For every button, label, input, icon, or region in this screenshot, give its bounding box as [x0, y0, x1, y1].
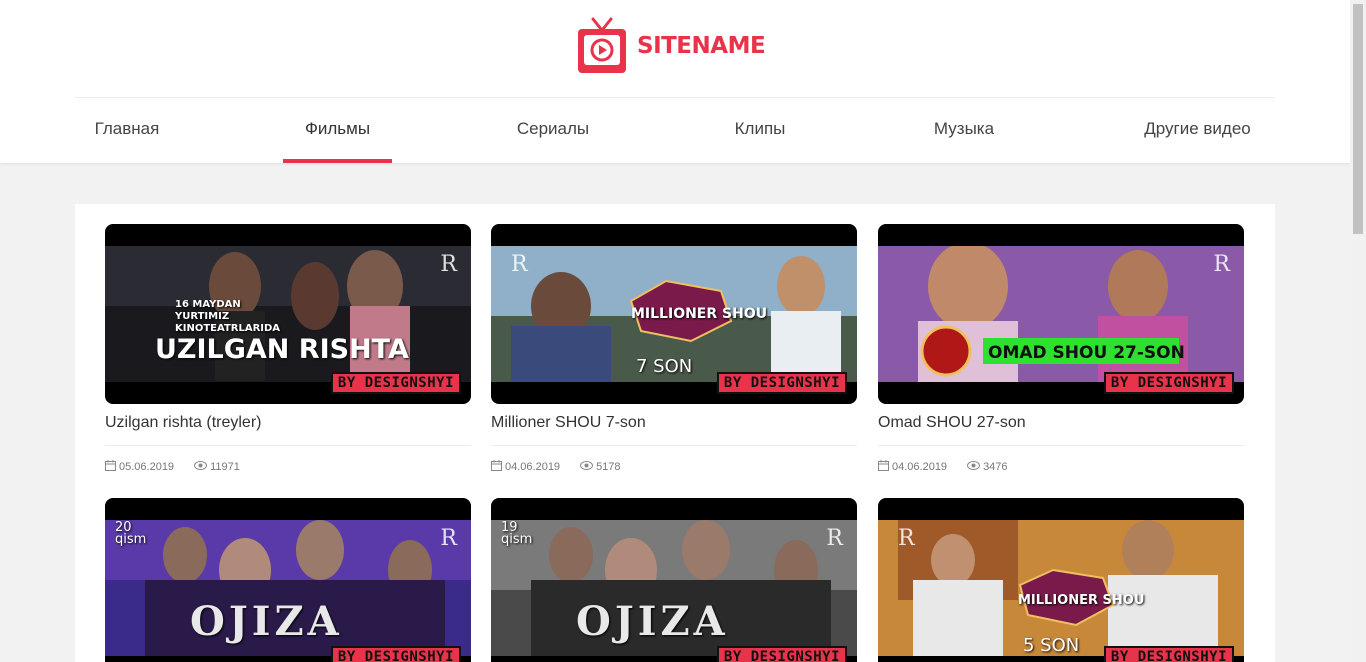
video-title[interactable]: Omad SHOU 27-son [878, 414, 1244, 446]
views-count: 3476 [983, 461, 1008, 473]
video-date: 04.06.2019 [892, 461, 948, 473]
video-meta: 05.06.2019 11971 [105, 460, 240, 474]
video-thumbnail[interactable]: R OMAD SHOU 27-SON BY DESIGNSHYI [878, 224, 1244, 404]
thumbnail-title: UZILGAN RISHTA [155, 334, 409, 365]
video-title[interactable]: Millioner SHOU 7-son [491, 414, 857, 446]
video-title[interactable]: Uzilgan rishta (treyler) [105, 414, 471, 446]
video-thumbnail[interactable]: R MILLIONER SHOU 7 SON BY DESIGNSHYI [491, 224, 857, 404]
thumbnail-title: OJIZA [190, 598, 343, 645]
channel-badge: BY DESIGNSHYI [1103, 372, 1234, 394]
video-thumbnail[interactable]: R 20 qism OJIZA BY DESIGNSHYI [105, 498, 471, 662]
video-card[interactable]: R MILLIONER SHOU 5 SON BY DESIGNSHYI [878, 498, 1244, 662]
video-card[interactable]: R 19 qism OJIZA BY DESIGNSHYI [491, 498, 857, 662]
video-thumbnail[interactable]: R 19 qism OJIZA BY DESIGNSHYI [491, 498, 857, 662]
channel-watermark: R [826, 526, 843, 551]
page-scrollbar[interactable] [1350, 0, 1366, 662]
channel-watermark: R [440, 526, 457, 551]
views-count: 5178 [596, 461, 621, 473]
nav-item-home[interactable]: Главная [75, 98, 179, 163]
thumbnail-subtitle: 16 MAYDAN YURTIMIZ KINOTEATRLARIDA [175, 299, 281, 334]
channel-badge: BY DESIGNSHYI [1103, 646, 1234, 662]
thumbnail-title: MILLIONER SHOU [631, 306, 768, 322]
logo-text: SITENAME [637, 33, 766, 59]
eye-icon [580, 461, 594, 473]
video-meta: 04.06.2019 5178 [491, 460, 621, 474]
video-date: 05.06.2019 [119, 461, 175, 473]
nav-item-other-videos[interactable]: Другие видео [1130, 98, 1265, 163]
video-card[interactable]: R OMAD SHOU 27-SON BY DESIGNSHYI Omad SH… [878, 224, 1244, 486]
thumbnail-subtitle: 20 qism [115, 520, 147, 547]
site-header: SITENAME Главная Фильмы Сериалы Клипы Му… [0, 0, 1350, 163]
channel-watermark: R [898, 526, 915, 551]
calendar-icon [878, 460, 889, 474]
views-count: 11971 [210, 461, 240, 473]
main-nav: Главная Фильмы Сериалы Клипы Музыка Друг… [75, 98, 1275, 163]
channel-watermark: R [440, 252, 457, 277]
thumbnail-subtitle: 19 qism [501, 520, 533, 547]
video-card[interactable]: R MILLIONER SHOU 7 SON BY DESIGNSHYI Mil… [491, 224, 857, 486]
video-views: 3476 [967, 461, 1008, 473]
video-thumbnail[interactable]: R MILLIONER SHOU 5 SON BY DESIGNSHYI [878, 498, 1244, 662]
video-card[interactable]: R 20 qism OJIZA BY DESIGNSHYI [105, 498, 471, 662]
channel-badge: BY DESIGNSHYI [330, 372, 461, 394]
eye-icon [194, 461, 208, 473]
channel-watermark: R [511, 252, 528, 277]
calendar-icon [491, 460, 502, 474]
channel-badge: BY DESIGNSHYI [716, 646, 847, 662]
channel-badge: BY DESIGNSHYI [716, 372, 847, 394]
channel-badge: BY DESIGNSHYI [330, 646, 461, 662]
video-date: 04.06.2019 [505, 461, 561, 473]
scrollbar-thumb[interactable] [1353, 4, 1363, 234]
video-meta: 04.06.2019 3476 [878, 460, 1008, 474]
nav-item-series[interactable]: Сериалы [495, 98, 611, 163]
calendar-icon [105, 460, 116, 474]
tv-play-icon [578, 17, 626, 73]
video-card[interactable]: R 16 MAYDAN YURTIMIZ KINOTEATRLARIDA UZI… [105, 224, 471, 486]
thumbnail-title: MILLIONER SHOU [1018, 593, 1145, 608]
thumbnail-title: OMAD SHOU 27-SON [988, 343, 1185, 363]
thumbnail-subtitle: 5 SON [1023, 635, 1080, 656]
channel-watermark: R [1213, 252, 1230, 277]
site-logo[interactable]: SITENAME [575, 15, 766, 77]
nav-item-films[interactable]: Фильмы [283, 98, 392, 163]
thumbnail-title: OJIZA [576, 598, 729, 645]
video-thumbnail[interactable]: R 16 MAYDAN YURTIMIZ KINOTEATRLARIDA UZI… [105, 224, 471, 404]
nav-item-music[interactable]: Музыка [915, 98, 1013, 163]
video-views: 11971 [194, 461, 240, 473]
nav-item-clips[interactable]: Клипы [716, 98, 804, 163]
video-views: 5178 [580, 461, 621, 473]
video-grid: R 16 MAYDAN YURTIMIZ KINOTEATRLARIDA UZI… [75, 204, 1275, 662]
thumbnail-subtitle: 7 SON [636, 356, 693, 377]
eye-icon [967, 461, 981, 473]
